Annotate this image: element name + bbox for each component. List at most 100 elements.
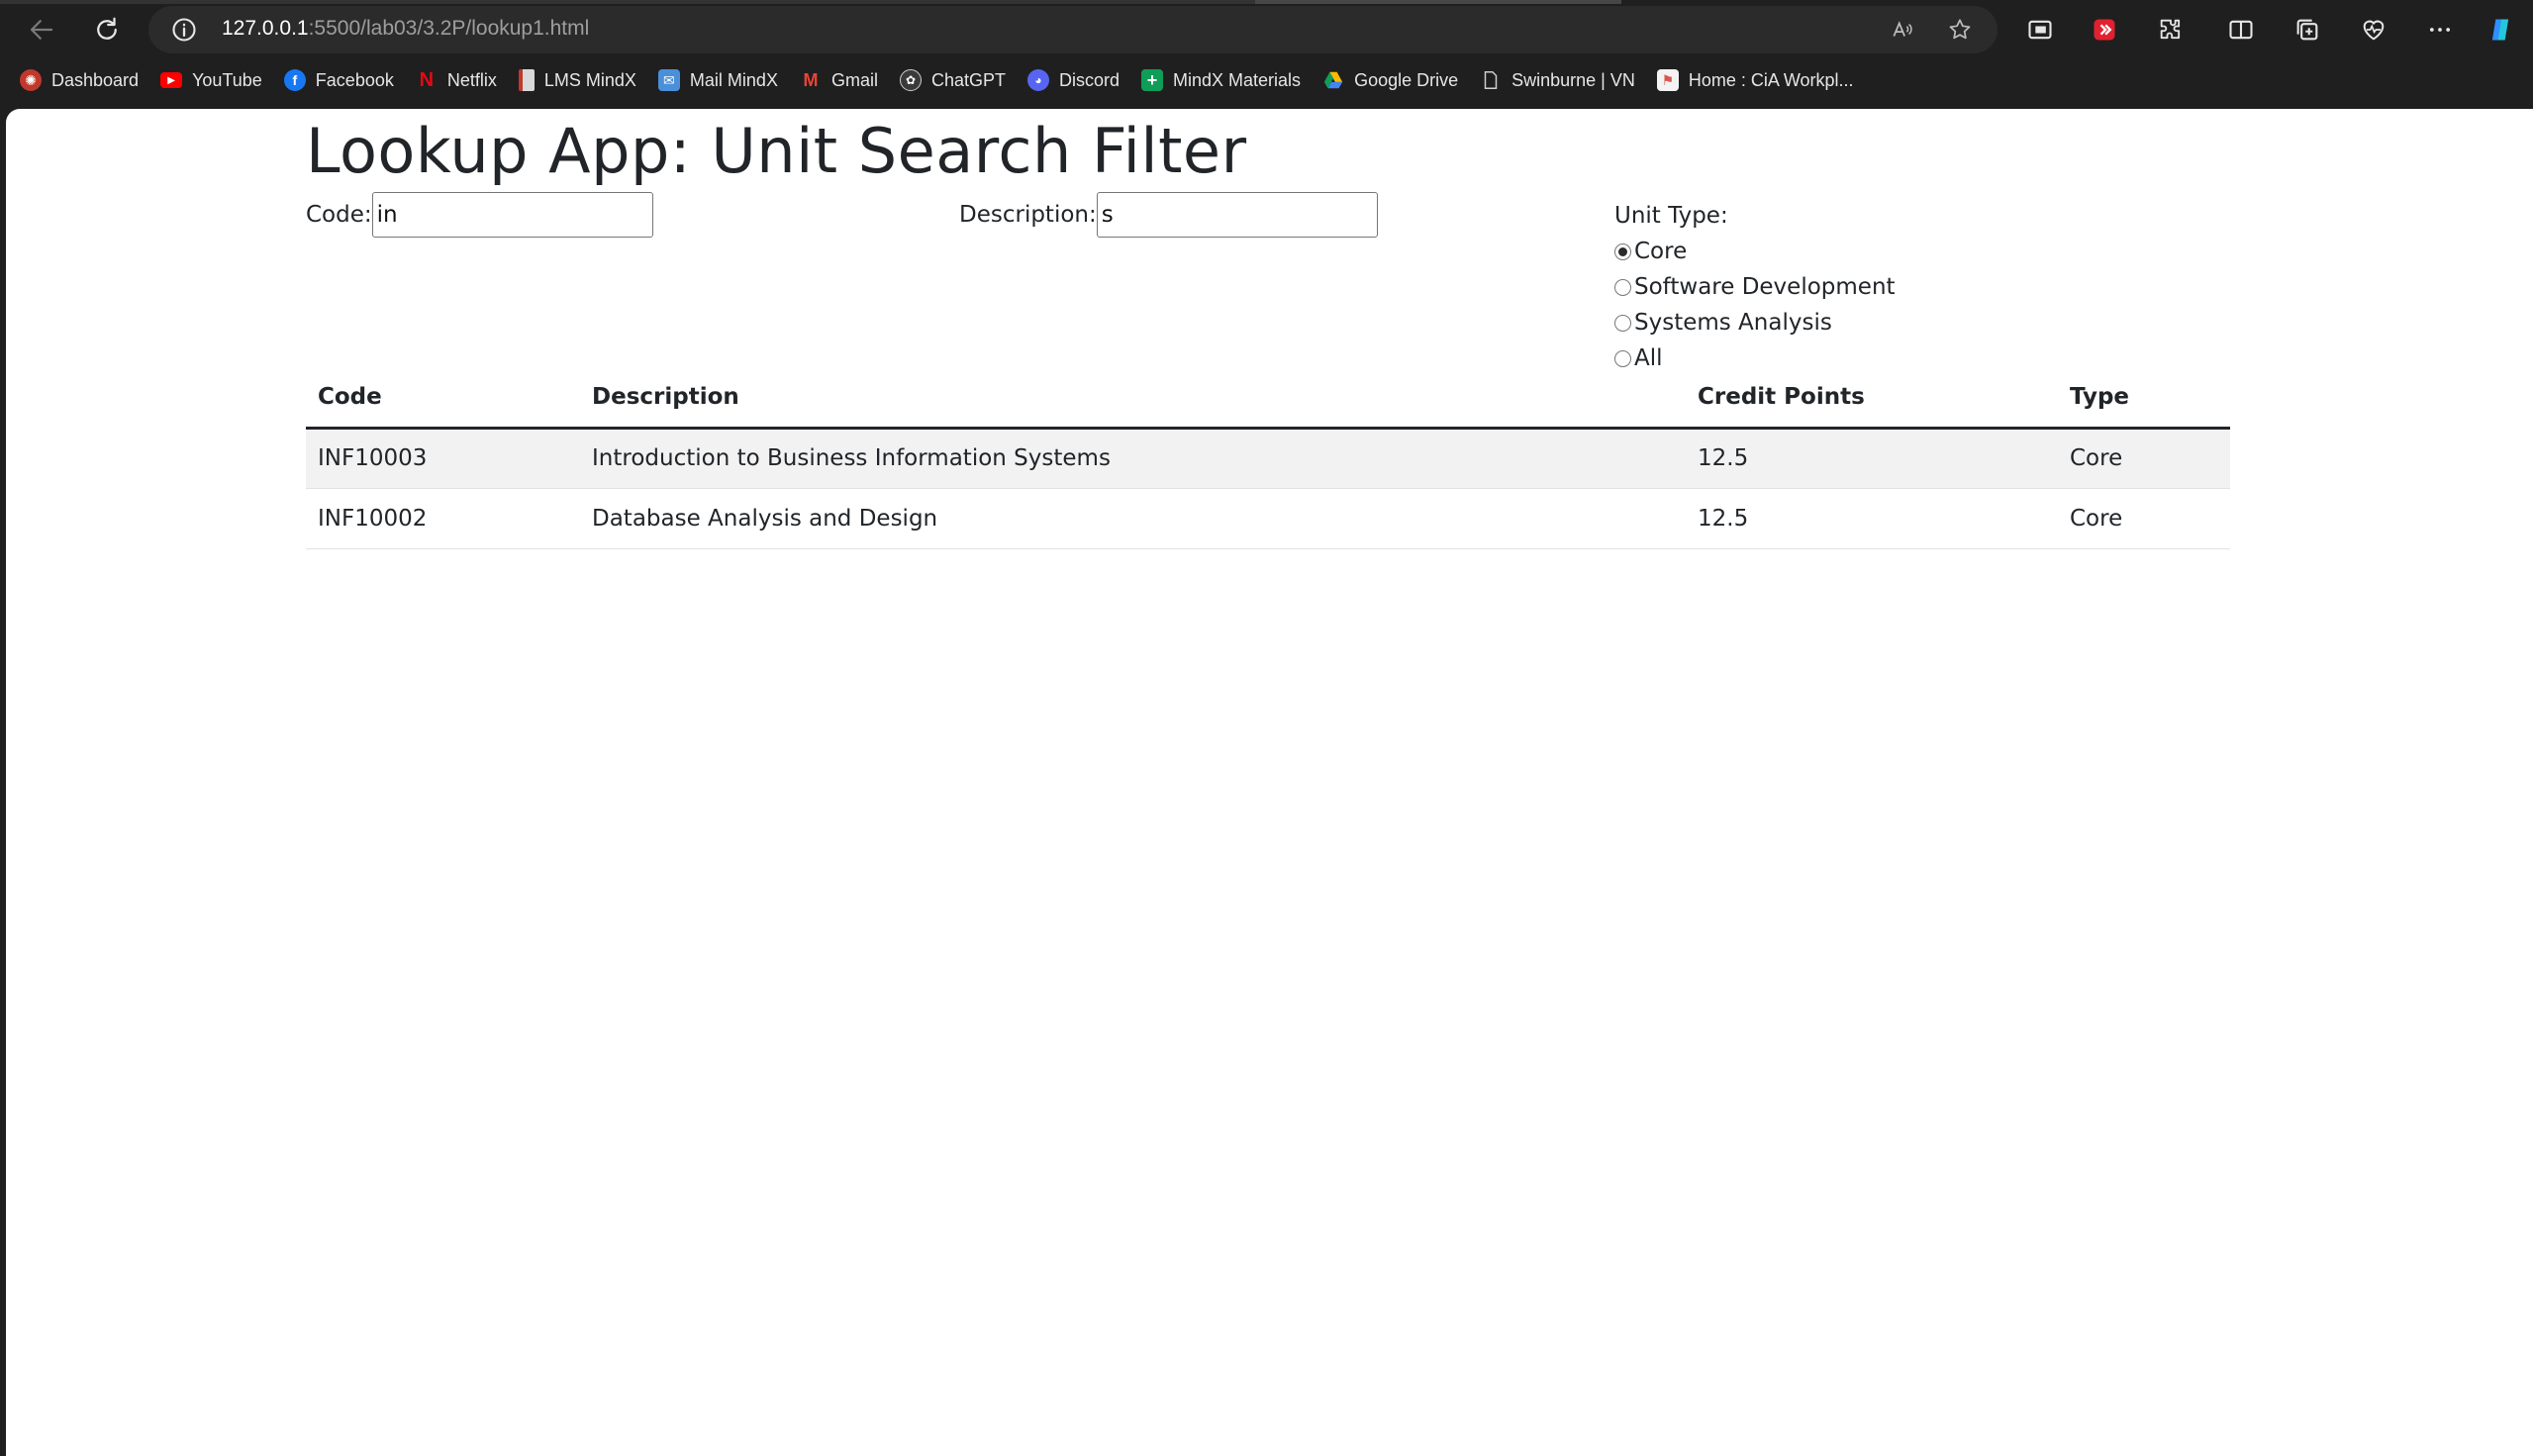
bookmark-label: Home : CiA Workpl... bbox=[1688, 69, 1854, 90]
cell-credit-points: 12.5 bbox=[1686, 488, 2058, 549]
discord-icon: ◕ bbox=[1027, 69, 1049, 91]
copilot-button[interactable] bbox=[2483, 12, 2518, 48]
more-menu-button[interactable] bbox=[2422, 12, 2458, 48]
radio-circle[interactable] bbox=[1614, 243, 1631, 260]
bookmark-mindx-materials[interactable]: + MindX Materials bbox=[1137, 63, 1311, 97]
bookmark-lms-mindx[interactable]: LMS MindX bbox=[515, 63, 646, 97]
cell-description: Database Analysis and Design bbox=[580, 488, 1686, 549]
lms-icon bbox=[518, 69, 535, 91]
bookmark-label: ChatGPT bbox=[930, 69, 1006, 90]
chatgpt-icon: ✿ bbox=[899, 69, 922, 91]
bookmark-label: Netflix bbox=[446, 69, 497, 90]
bookmark-label: YouTube bbox=[192, 69, 262, 90]
description-input[interactable] bbox=[1096, 192, 1378, 238]
back-button[interactable] bbox=[20, 10, 63, 49]
bookmark-netflix[interactable]: N Netflix bbox=[412, 63, 507, 97]
sheets-icon: + bbox=[1141, 69, 1164, 91]
gmail-icon: M bbox=[803, 69, 819, 90]
read-aloud-button[interactable] bbox=[1887, 14, 1918, 46]
page-title: Lookup App: Unit Search Filter bbox=[306, 115, 1247, 187]
code-input[interactable] bbox=[371, 192, 653, 238]
bookmark-gmail[interactable]: M Gmail bbox=[796, 63, 888, 97]
facebook-icon: f bbox=[283, 69, 306, 91]
favorite-button[interactable] bbox=[1944, 14, 1976, 46]
cell-type: Core bbox=[2058, 428, 2230, 489]
header-type: Type bbox=[2058, 368, 2230, 430]
radio-circle[interactable] bbox=[1614, 314, 1631, 332]
screen-cast-button[interactable] bbox=[2022, 12, 2058, 48]
heart-pulse-icon bbox=[2363, 20, 2385, 41]
extension-red-button[interactable] bbox=[2087, 12, 2122, 48]
bookmark-chatgpt[interactable]: ✿ ChatGPT bbox=[896, 63, 1016, 97]
puzzle-icon bbox=[2160, 19, 2181, 40]
code-field: Code: bbox=[306, 192, 653, 238]
radio-circle[interactable] bbox=[1614, 278, 1631, 296]
split-screen-button[interactable] bbox=[2223, 12, 2259, 48]
read-aloud-icon bbox=[1893, 21, 1912, 37]
window-icon bbox=[2028, 20, 2052, 40]
cell-code: INF10002 bbox=[306, 488, 580, 549]
cia-icon: ⚑ bbox=[1656, 69, 1679, 91]
bookmark-youtube[interactable]: ▶ YouTube bbox=[156, 63, 272, 97]
more-dots-icon bbox=[2429, 28, 2451, 32]
url-text[interactable]: 127.0.0.1:5500/lab03/3.2P/lookup1.html bbox=[222, 17, 589, 41]
address-bar[interactable]: 127.0.0.1:5500/lab03/3.2P/lookup1.html bbox=[148, 6, 1997, 53]
split-screen-icon bbox=[2229, 20, 2253, 40]
header-credit-points: Credit Points bbox=[1686, 368, 2058, 430]
radio-core[interactable]: Core bbox=[1614, 234, 1896, 269]
bookmark-label: Facebook bbox=[315, 69, 394, 90]
bookmark-label: Discord bbox=[1059, 69, 1120, 90]
page-icon bbox=[1480, 69, 1502, 91]
cell-type: Core bbox=[2058, 488, 2230, 549]
copilot-icon bbox=[2491, 19, 2509, 41]
bookmark-mail-mindx[interactable]: ✉ Mail MindX bbox=[654, 63, 788, 97]
url-host: 127.0.0.1 bbox=[222, 17, 309, 40]
unit-type-group: Unit Type: Core Software Development Sys… bbox=[1614, 198, 1896, 376]
table-row: INF10003 Introduction to Business Inform… bbox=[306, 428, 2230, 489]
description-label: Description: bbox=[959, 202, 1097, 228]
bookmark-swinburne[interactable]: Swinburne | VN bbox=[1476, 63, 1645, 97]
bookmark-discord[interactable]: ◕ Discord bbox=[1023, 63, 1129, 97]
netflix-icon: N bbox=[419, 68, 435, 91]
bookmark-label: MindX Materials bbox=[1173, 69, 1302, 90]
bookmark-cia-workplace[interactable]: ⚑ Home : CiA Workpl... bbox=[1653, 63, 1864, 97]
bookmark-label: Swinburne | VN bbox=[1511, 69, 1635, 90]
radio-label: Core bbox=[1634, 239, 1688, 264]
bookmarks-bar: ✺ Dashboard ▶ YouTube f Facebook N Netflix L… bbox=[16, 63, 1872, 97]
bookmark-label: Google Drive bbox=[1354, 69, 1459, 90]
url-path: :5500/lab03/3.2P/lookup1.html bbox=[308, 17, 590, 40]
cell-description: Introduction to Business Information Sys… bbox=[580, 428, 1686, 489]
info-icon[interactable] bbox=[170, 16, 198, 44]
units-table: Code Description Credit Points Type INF1… bbox=[306, 368, 2230, 549]
drive-icon bbox=[1322, 69, 1344, 91]
cell-credit-points: 12.5 bbox=[1686, 428, 2058, 489]
bookmark-label: Dashboard bbox=[51, 69, 140, 90]
radio-circle[interactable] bbox=[1614, 349, 1631, 367]
reload-button[interactable] bbox=[85, 10, 129, 49]
refresh-icon bbox=[97, 17, 117, 40]
extension-red-icon bbox=[2094, 19, 2115, 41]
browser-essentials-button[interactable] bbox=[2356, 12, 2391, 48]
cell-code: INF10003 bbox=[306, 428, 580, 489]
table-row: INF10002 Database Analysis and Design 12… bbox=[306, 488, 2230, 549]
bookmark-label: LMS MindX bbox=[543, 69, 636, 90]
page-viewport: Lookup App: Unit Search Filter Code: Des… bbox=[6, 109, 2533, 1456]
extensions-button[interactable] bbox=[2153, 12, 2189, 48]
code-label: Code: bbox=[306, 202, 372, 228]
bookmark-facebook[interactable]: f Facebook bbox=[280, 63, 404, 97]
header-description: Description bbox=[580, 368, 1686, 430]
bookmark-label: Gmail bbox=[830, 69, 878, 90]
bookmark-google-drive[interactable]: Google Drive bbox=[1318, 63, 1468, 97]
star-icon bbox=[1949, 19, 1971, 40]
radio-software-development[interactable]: Software Development bbox=[1614, 269, 1896, 305]
dashboard-icon: ✺ bbox=[20, 69, 42, 91]
arrow-left-icon bbox=[30, 20, 53, 40]
unit-type-label: Unit Type: bbox=[1614, 203, 1728, 229]
table-header-row: Code Description Credit Points Type bbox=[306, 368, 2230, 430]
youtube-icon: ▶ bbox=[160, 72, 183, 88]
radio-label: Systems Analysis bbox=[1634, 310, 1832, 336]
collections-button[interactable] bbox=[2289, 12, 2325, 48]
bookmark-dashboard[interactable]: ✺ Dashboard bbox=[16, 63, 148, 97]
radio-systems-analysis[interactable]: Systems Analysis bbox=[1614, 305, 1896, 340]
tab-strip bbox=[0, 0, 2533, 4]
